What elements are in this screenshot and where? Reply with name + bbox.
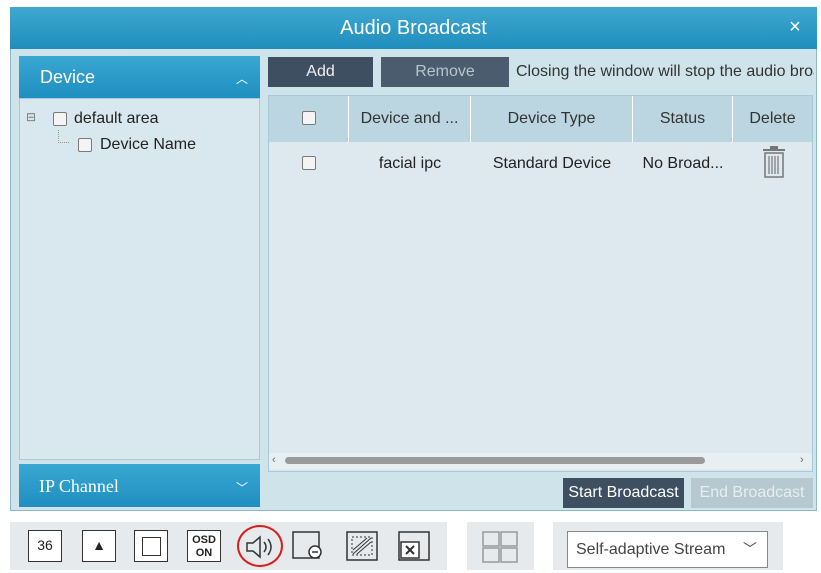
remove-button[interactable]: Remove [381,57,509,87]
scrollbar-thumb[interactable] [285,457,705,464]
device-panel-header[interactable]: Device ︿ [19,56,260,98]
collapse-icon[interactable]: ⊟ [26,110,36,124]
tree-connector [58,130,69,143]
row-status: No Broad... [642,155,724,172]
row-device-name: facial ipc [378,155,442,172]
osd-on-icon[interactable]: OSD ON [187,530,221,562]
trash-icon[interactable] [760,145,788,179]
highlight-circle [237,525,283,567]
chevron-down-icon: ﹀ [235,481,248,495]
scroll-left-icon[interactable]: ‹ [272,454,276,466]
split-36-icon[interactable]: 36 [28,530,62,562]
scroll-right-icon[interactable]: › [800,454,804,466]
ptz-up-icon[interactable]: ▲ [82,530,116,562]
device-name-checkbox[interactable] [78,138,92,152]
image-adjust-icon[interactable] [345,530,379,562]
column-device-type[interactable]: Device Type [471,96,633,142]
chevron-up-icon: ︿ [235,72,248,86]
default-area-checkbox[interactable] [53,112,67,126]
tree-root-label: default area [74,110,159,127]
add-button[interactable]: Add [268,57,373,87]
stream-select-value: Self-adaptive Stream [576,541,726,558]
layout-icon[interactable] [481,530,521,564]
column-status[interactable]: Status [633,96,733,142]
fullscreen-icon[interactable] [134,530,168,562]
video-toolbar [10,522,447,570]
select-all-checkbox[interactable] [302,111,316,125]
window-title: Audio Broadcast [340,17,487,39]
row-checkbox[interactable] [302,156,316,170]
column-device-name[interactable]: Device and ... [349,96,471,142]
ip-channel-panel-header[interactable]: IP Channel ﹀ [19,464,260,507]
device-header-label: Device [40,67,96,87]
close-window-icon[interactable] [397,530,433,562]
close-button[interactable]: × [782,12,808,42]
record-icon[interactable] [291,530,325,562]
end-broadcast-button[interactable]: End Broadcast [691,478,813,508]
start-broadcast-button[interactable]: Start Broadcast [563,478,684,508]
chevron-down-icon: ﹀ [743,541,757,557]
close-warning-text: Closing the window will stop the audio b… [516,63,814,80]
row-device-type: Standard Device [492,155,612,172]
tree-child-label: Device Name [100,136,197,153]
stream-select[interactable]: Self-adaptive Stream ﹀ [567,531,768,568]
column-delete[interactable]: Delete [733,96,812,142]
ip-channel-label: IP Channel [39,476,119,496]
